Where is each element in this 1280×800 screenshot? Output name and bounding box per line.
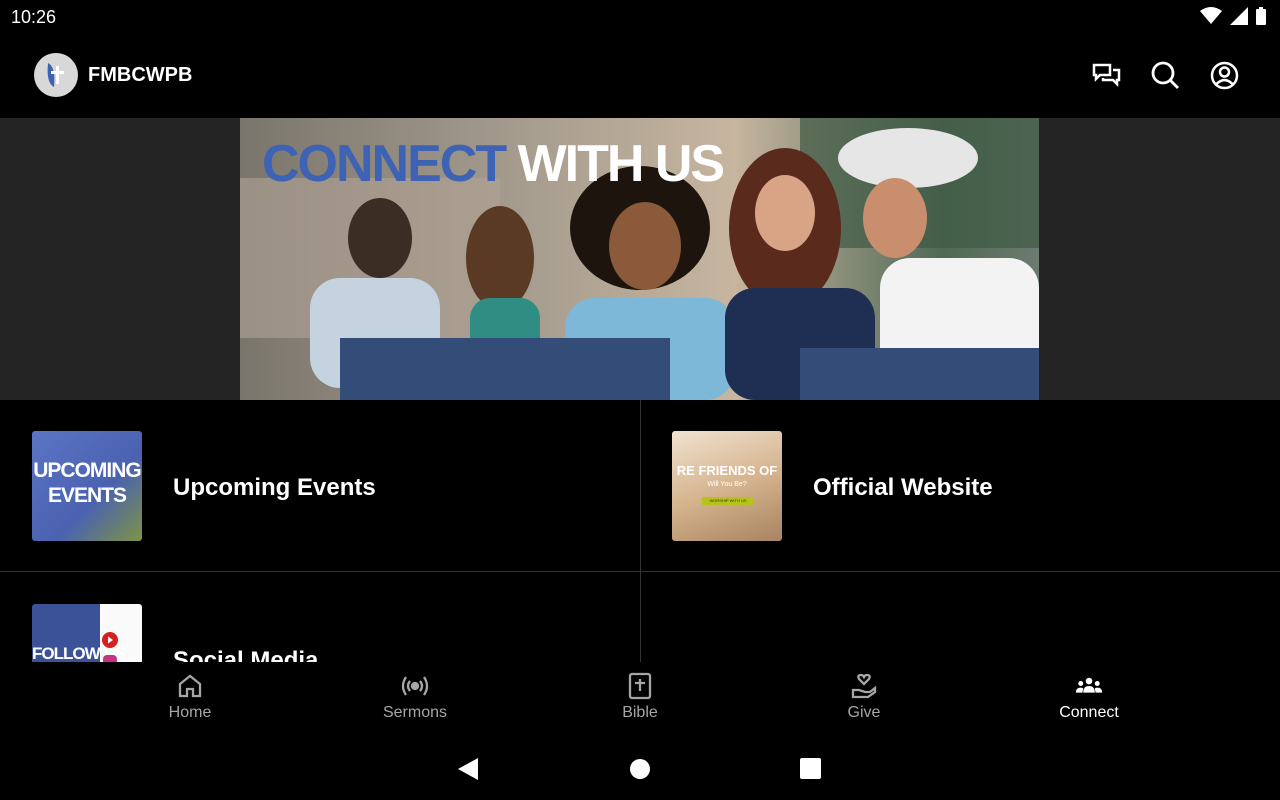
upcoming-events-card[interactable]: UPCOMING EVENTS Upcoming Events — [0, 400, 640, 571]
youtube-icon — [102, 632, 118, 648]
app-title: FMBCWPB — [88, 64, 193, 86]
card-label: Official Website — [813, 474, 993, 501]
upcoming-events-thumbnail: UPCOMING EVENTS — [32, 431, 142, 541]
thumb-button: WORSHIP WITH US — [702, 497, 754, 505]
search-icon[interactable] — [1150, 60, 1181, 91]
nav-label: Sermons — [382, 704, 448, 721]
chat-icon[interactable] — [1091, 60, 1122, 91]
banner-title: CONNECT WITH US — [262, 134, 726, 194]
connect-banner[interactable]: CONNECT WITH US — [240, 118, 1039, 400]
thumb-text-line1: UPCOMING — [33, 459, 142, 482]
system-navigation — [0, 740, 1280, 800]
nav-bible[interactable]: Bible — [570, 672, 710, 722]
app-bar: FMBCWPB — [0, 34, 1280, 118]
nav-label: Bible — [622, 704, 658, 721]
instagram-icon — [103, 655, 117, 662]
account-icon[interactable] — [1209, 60, 1240, 91]
banner-area: CONNECT WITH US — [0, 118, 1280, 400]
bottom-navigation: Home Sermons Bible Give Connect — [0, 662, 1280, 740]
nav-give[interactable]: Give — [794, 672, 934, 722]
nav-connect[interactable]: Connect — [1019, 672, 1159, 722]
nav-label: Give — [847, 704, 881, 721]
nav-label: Connect — [1059, 704, 1119, 721]
banner-title-part1: CONNECT — [262, 135, 507, 193]
thumb-text: RE FRIENDS OF — [676, 463, 778, 478]
give-icon — [851, 673, 877, 699]
signal-icon — [1230, 7, 1248, 25]
recents-icon[interactable] — [800, 758, 821, 779]
official-website-card[interactable]: RE FRIENDS OF Will You Be? WORSHIP WITH … — [640, 400, 1280, 571]
home-button-icon[interactable] — [629, 758, 651, 780]
wifi-icon — [1200, 7, 1222, 24]
banner-title-part2: WITH US — [517, 135, 726, 193]
church-logo[interactable] — [34, 53, 78, 97]
thumb-subtext: Will You Be? — [707, 481, 747, 488]
official-website-thumbnail: RE FRIENDS OF Will You Be? WORSHIP WITH … — [672, 431, 782, 541]
status-bar: 10:26 — [0, 0, 1280, 34]
thumb-text-line2: EVENTS — [47, 484, 127, 507]
nav-sermons[interactable]: Sermons — [345, 672, 485, 722]
social-media-thumbnail: FOLLOW US — [32, 604, 142, 662]
back-icon[interactable] — [458, 758, 478, 780]
bible-icon — [628, 672, 652, 700]
connect-grid: UPCOMING EVENTS Upcoming Events RE FRIEN… — [0, 400, 1280, 662]
battery-icon — [1256, 7, 1266, 25]
home-icon — [178, 674, 202, 698]
nav-home[interactable]: Home — [120, 672, 260, 722]
broadcast-icon — [401, 676, 429, 696]
people-icon — [1075, 677, 1103, 693]
nav-label: Home — [168, 704, 212, 721]
card-label: Upcoming Events — [173, 474, 376, 501]
social-media-card[interactable]: FOLLOW US Social Media — [0, 572, 640, 662]
status-time: 10:26 — [11, 7, 57, 27]
card-label: Social Media — [173, 647, 319, 662]
